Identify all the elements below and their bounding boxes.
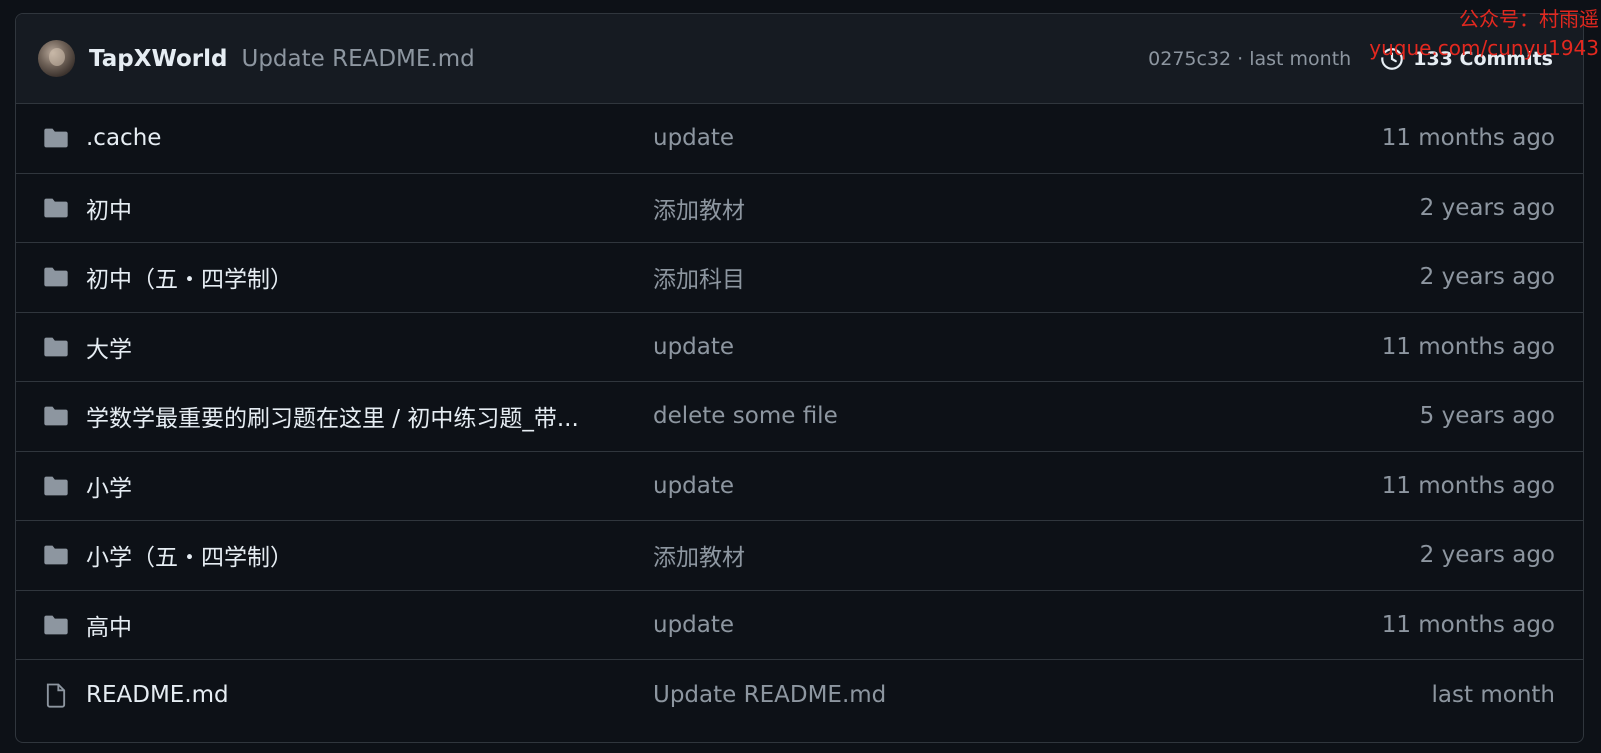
file-row[interactable]: .cache update 11 months ago <box>16 104 1583 174</box>
folder-icon <box>42 541 70 569</box>
latest-commit-bar: TapXWorld Update README.md 0275c32 · las… <box>16 14 1583 104</box>
file-commit-message-link[interactable]: Update README.md <box>653 682 886 708</box>
folder-icon <box>42 472 70 500</box>
commits-link[interactable]: 133 Commits <box>1379 46 1553 72</box>
file-icon <box>42 681 70 709</box>
folder-icon <box>42 333 70 361</box>
avatar[interactable] <box>38 40 75 77</box>
file-commit-time: 2 years ago <box>1419 542 1555 569</box>
file-commit-message-link[interactable]: 添加科目 <box>653 260 745 294</box>
folder-icon <box>42 263 70 291</box>
file-commit-time: last month <box>1431 681 1555 708</box>
file-commit-message-link[interactable]: update <box>653 125 734 151</box>
commit-message[interactable]: Update README.md <box>241 46 474 72</box>
file-commit-time: 11 months ago <box>1381 611 1555 638</box>
file-browser: TapXWorld Update README.md 0275c32 · las… <box>15 13 1584 743</box>
file-row[interactable]: 小学（五・四学制） 添加教材 2 years ago <box>16 521 1583 591</box>
file-row[interactable]: 初中（五・四学制） 添加科目 2 years ago <box>16 243 1583 313</box>
file-row[interactable]: 大学 update 11 months ago <box>16 313 1583 382</box>
file-name-link[interactable]: 高中 <box>86 608 611 642</box>
commit-right: 0275c32 · last month 133 Commits <box>1148 46 1561 72</box>
file-name-link[interactable]: 小学 <box>86 469 611 503</box>
folder-icon <box>42 611 70 639</box>
file-commit-time: 2 years ago <box>1419 194 1555 221</box>
folder-icon <box>42 402 70 430</box>
file-commit-time: 11 months ago <box>1381 333 1555 360</box>
folder-icon <box>42 124 70 152</box>
file-list: .cache update 11 months ago 初中 添加教材 2 years a… <box>16 104 1583 730</box>
file-name-link[interactable]: 大学 <box>86 330 611 364</box>
file-name-link[interactable]: README.md <box>86 682 611 708</box>
history-icon <box>1380 47 1404 70</box>
commits-count: 133 Commits <box>1413 47 1553 70</box>
file-commit-time: 5 years ago <box>1419 403 1555 430</box>
commit-meta[interactable]: 0275c32 · last month <box>1148 48 1351 70</box>
file-commit-message-link[interactable]: 添加教材 <box>653 191 745 225</box>
file-commit-time: 2 years ago <box>1419 264 1555 291</box>
file-commit-message-link[interactable]: 添加教材 <box>653 538 745 572</box>
commit-author[interactable]: TapXWorld <box>89 46 227 72</box>
file-commit-message-link[interactable]: update <box>653 334 734 360</box>
file-row[interactable]: README.md Update README.md last month <box>16 660 1583 730</box>
folder-icon <box>42 194 70 222</box>
file-name-link[interactable]: 初中（五・四学制） <box>86 260 611 294</box>
file-commit-time: 11 months ago <box>1381 472 1555 499</box>
file-row[interactable]: 初中 添加教材 2 years ago <box>16 174 1583 243</box>
file-name-link[interactable]: 小学（五・四学制） <box>86 538 611 572</box>
file-name-link[interactable]: 初中 <box>86 191 611 225</box>
file-commit-message-link[interactable]: delete some file <box>653 403 838 429</box>
file-commit-message-link[interactable]: update <box>653 473 734 499</box>
file-commit-time: 11 months ago <box>1381 125 1555 152</box>
file-name-link[interactable]: .cache <box>86 125 611 151</box>
file-commit-message-link[interactable]: update <box>653 612 734 638</box>
file-row[interactable]: 学数学最重要的刷习题在这里 / 初中练习题_带... delete some fi… <box>16 382 1583 452</box>
file-name-link[interactable]: 学数学最重要的刷习题在这里 / 初中练习题_带... <box>86 399 611 433</box>
file-row[interactable]: 小学 update 11 months ago <box>16 452 1583 521</box>
file-row[interactable]: 高中 update 11 months ago <box>16 591 1583 660</box>
